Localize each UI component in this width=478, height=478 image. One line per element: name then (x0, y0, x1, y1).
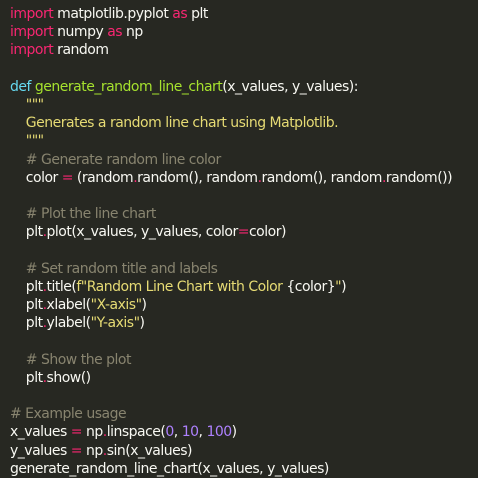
code-token: """ (10, 133, 44, 150)
code-token: random (53, 42, 109, 59)
code-token: (random (72, 169, 134, 186)
code-token: = (70, 442, 83, 459)
code-token: = (237, 224, 250, 241)
code-line[interactable]: plt.plot(x_values, y_values, color=color… (10, 223, 478, 241)
code-token: np (82, 442, 103, 459)
code-token: plt (10, 278, 43, 295)
code-token: = (61, 169, 74, 186)
code-token: "X-axis" (90, 297, 142, 313)
code-token: # Show the plot (10, 351, 132, 368)
code-line[interactable]: generate_random_line_chart(x_values, y_v… (10, 460, 478, 478)
code-token: import (10, 6, 54, 22)
code-token: """ (10, 96, 44, 113)
code-token: (x_values, y_values): (222, 78, 358, 95)
code-token: 0 (165, 424, 174, 441)
code-token: show() (46, 369, 92, 386)
code-token: ) (341, 278, 347, 295)
code-token: def (10, 78, 31, 95)
code-token: as (172, 6, 188, 22)
code-token: plt (10, 369, 43, 386)
code-token: 10 (181, 424, 199, 441)
code-line[interactable] (10, 332, 478, 350)
code-line[interactable]: # Set random title and labels (10, 260, 478, 278)
code-token: plot(x_values, y_values, color (46, 224, 239, 241)
code-line[interactable]: plt.ylabel("Y-axis") (10, 314, 478, 332)
code-token: # Set random title and labels (10, 260, 218, 277)
code-token: ) (231, 424, 237, 441)
code-token: plt (10, 224, 43, 241)
code-token: as (107, 24, 123, 41)
code-line[interactable] (10, 241, 478, 259)
code-token: plt (10, 315, 43, 332)
code-line[interactable]: """ (10, 96, 478, 114)
code-token: ) (139, 315, 145, 332)
code-token: sin(x_values) (106, 442, 193, 459)
code-token: color (10, 169, 62, 186)
code-token: import (10, 24, 54, 41)
code-token: = (70, 424, 83, 441)
code-token: f"Random Line Chart with Color (76, 278, 287, 295)
code-line[interactable]: plt.title(f"Random Line Chart with Color… (10, 278, 478, 296)
code-token: "Y-axis" (90, 315, 140, 332)
code-editor[interactable]: import matplotlib.pyplot as plt import nu… (0, 0, 478, 477)
code-token: 100 (206, 424, 232, 441)
code-token: random()) (385, 169, 453, 186)
code-line[interactable] (10, 387, 478, 405)
code-token: linspace( (106, 424, 166, 441)
code-token: {color} (286, 278, 336, 295)
code-line[interactable]: plt.show() (10, 369, 478, 387)
code-line[interactable]: color = (random.random(), random.random(… (10, 169, 478, 187)
code-token: matplotlib.pyplot (53, 6, 173, 22)
code-token: np (122, 24, 143, 41)
code-line[interactable]: # Example usage (10, 405, 478, 423)
code-token: generate_random_line_chart (34, 78, 223, 95)
code-token: , (173, 424, 182, 441)
code-line[interactable]: # Plot the line chart (10, 205, 478, 223)
code-token: plt (10, 297, 43, 313)
code-line[interactable]: y_values = np.sin(x_values) (10, 442, 478, 460)
code-line[interactable]: # Generate random line color (10, 151, 478, 169)
code-token: # Example usage (10, 406, 127, 423)
code-line[interactable]: plt.xlabel("X-axis") (10, 296, 478, 314)
code-token: ) (141, 297, 147, 313)
code-token: title( (46, 278, 77, 295)
code-line[interactable]: import matplotlib.pyplot as plt (10, 5, 478, 23)
code-token: import (10, 42, 54, 59)
code-token: # Generate random line color (10, 151, 221, 168)
code-line[interactable]: import numpy as np (10, 23, 478, 41)
code-line[interactable]: def generate_random_line_chart(x_values,… (10, 78, 478, 96)
code-token: random(), random (261, 169, 383, 186)
code-token: np (82, 424, 103, 441)
code-line[interactable] (10, 187, 478, 205)
code-token: # Plot the line chart (10, 206, 157, 223)
code-token: ylabel( (46, 315, 92, 332)
code-token: random(), random (137, 169, 258, 186)
code-line[interactable]: # Show the plot (10, 351, 478, 369)
code-line[interactable]: Generates a random line chart using Matp… (10, 114, 478, 132)
code-line[interactable]: import random (10, 41, 478, 59)
code-line[interactable]: """ (10, 132, 478, 150)
code-token: generate_random_line_chart(x_values, y_v… (10, 460, 329, 477)
code-token: color) (248, 224, 286, 241)
code-token: Generates a random line chart using Matp… (10, 115, 339, 132)
code-token: x_values (10, 424, 71, 441)
code-token: numpy (53, 24, 108, 41)
code-token: xlabel( (46, 297, 92, 313)
code-line[interactable] (10, 60, 478, 78)
code-token: y_values (10, 442, 71, 459)
code-line[interactable]: x_values = np.linspace(0, 10, 100) (10, 423, 478, 441)
code-token: plt (187, 6, 208, 22)
